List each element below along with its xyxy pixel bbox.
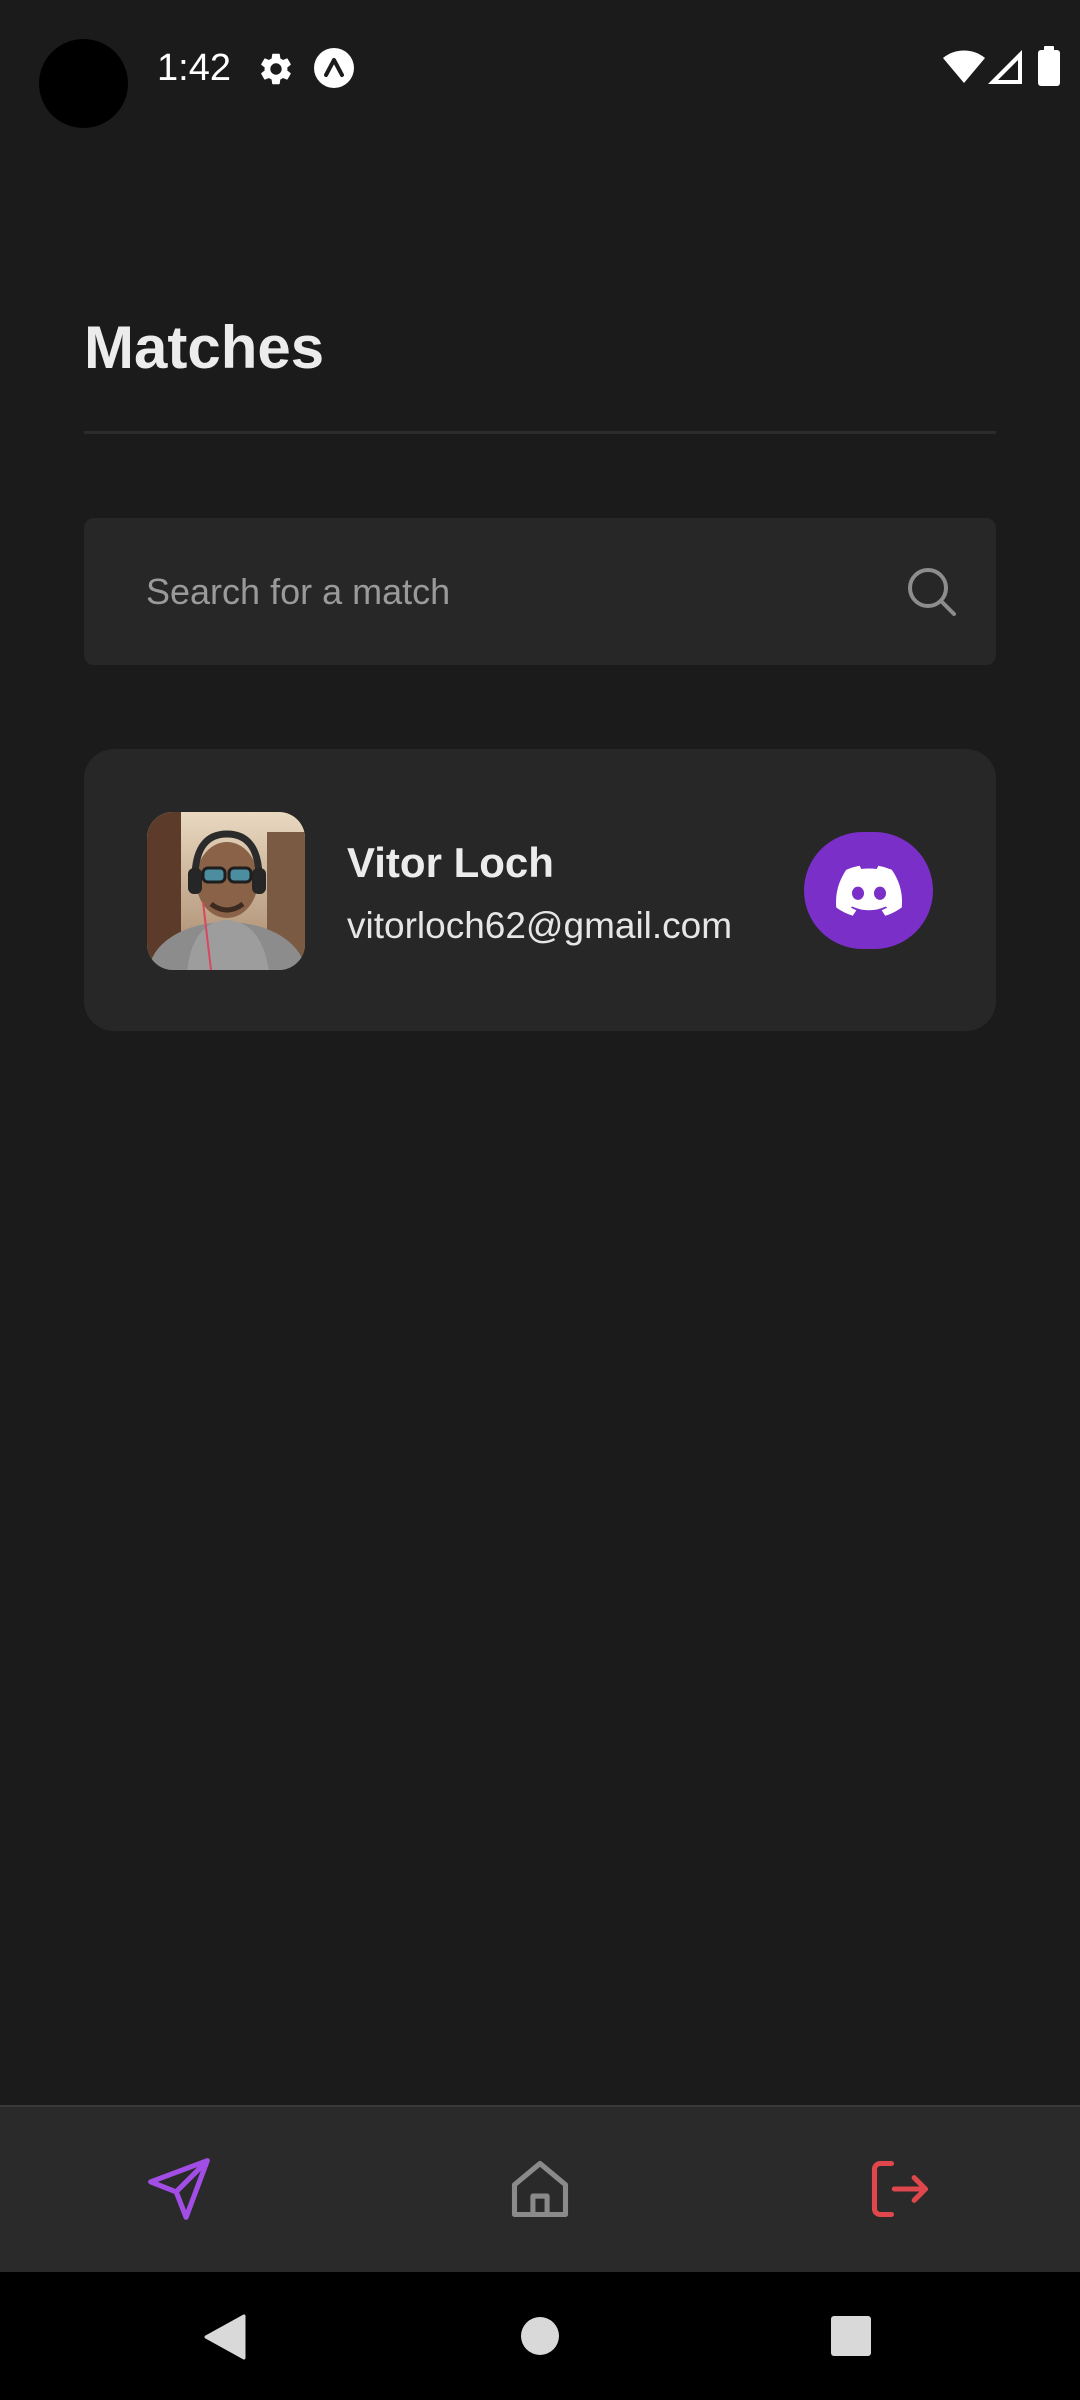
camera-cutout — [39, 39, 128, 128]
status-bar: 1:42 — [0, 0, 1080, 140]
expo-icon — [314, 48, 354, 88]
bottom-nav — [0, 2105, 1080, 2272]
search-input[interactable] — [146, 518, 906, 665]
home-icon[interactable] — [506, 2155, 574, 2223]
cell-signal-icon — [988, 50, 1022, 84]
logout-icon[interactable] — [866, 2155, 934, 2223]
match-email: vitorloch62@gmail.com — [347, 905, 733, 946]
page-title: Matches — [84, 314, 325, 381]
battery-icon — [1038, 46, 1060, 86]
avatar-photo — [147, 812, 305, 970]
search-icon[interactable] — [902, 562, 962, 622]
match-card[interactable]: Vitor Loch vitorloch62@gmail.com — [84, 749, 996, 1031]
gear-icon — [261, 53, 291, 85]
recents-icon[interactable] — [831, 2316, 871, 2356]
back-icon[interactable] — [204, 2314, 246, 2360]
system-nav — [0, 2272, 1080, 2400]
discord-button[interactable] — [804, 832, 933, 949]
avatar — [147, 812, 305, 970]
match-name: Vitor Loch — [347, 839, 554, 886]
discord-icon — [836, 865, 902, 916]
wifi-icon — [943, 50, 985, 83]
status-time: 1:42 — [157, 47, 231, 89]
send-icon[interactable] — [145, 2155, 213, 2223]
matches-screen: 1:42 Matches Search for a match Vitor Lo… — [0, 0, 1080, 2400]
title-divider — [84, 431, 996, 434]
search-box[interactable] — [84, 518, 996, 665]
home-circle-icon[interactable] — [520, 2316, 560, 2356]
